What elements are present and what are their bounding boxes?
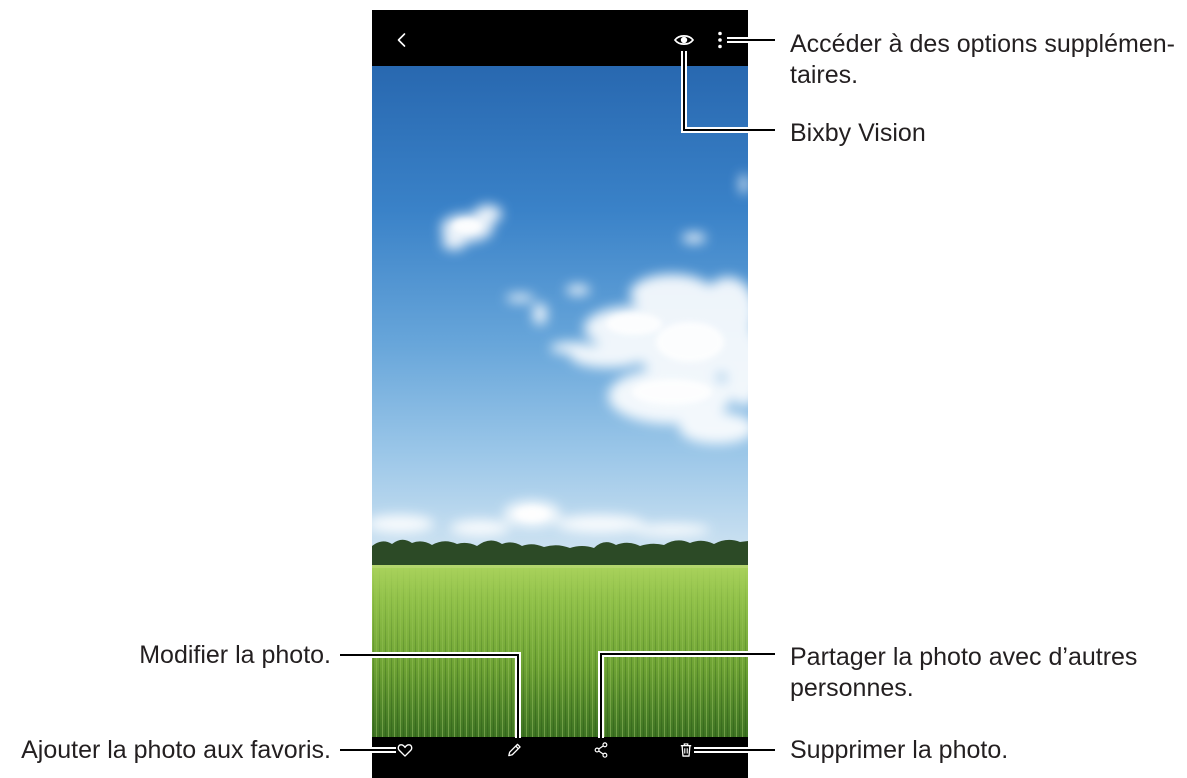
callout-bixby-vision: Bixby Vision — [790, 118, 926, 149]
bixby-vision-button[interactable] — [669, 25, 699, 55]
bottom-toolbar — [372, 737, 748, 778]
share-icon — [594, 742, 608, 758]
callout-favorite: Ajouter la photo aux favoris. — [21, 735, 331, 766]
callout-text-line: Supprimer la photo. — [790, 736, 1009, 764]
eye-icon — [673, 35, 695, 45]
callout-delete: Supprimer la photo. — [790, 735, 1008, 766]
back-button[interactable] — [387, 25, 417, 55]
callout-text-line: Partager la photo avec d’autres — [790, 643, 1138, 671]
cloud — [453, 219, 481, 233]
callout-more-options: Accéder à des options supplémen- taires. — [790, 29, 1175, 91]
cloud — [632, 379, 712, 405]
cloud — [516, 507, 548, 521]
chevron-left-icon — [397, 33, 406, 47]
pencil-icon — [508, 743, 521, 757]
cloud — [682, 233, 706, 243]
callout-share: Partager la photo avec d’autres personne… — [790, 642, 1137, 704]
cloud — [566, 285, 590, 295]
cloud — [474, 205, 502, 223]
callout-text-line: Modifier la photo. — [139, 641, 331, 669]
favorite-button[interactable] — [392, 737, 418, 763]
cloud — [550, 342, 594, 354]
grass-texture — [372, 566, 748, 737]
cloud — [656, 322, 724, 362]
cloud — [506, 294, 534, 302]
phone-screen — [372, 10, 748, 778]
callout-edit: Modifier la photo. — [139, 640, 331, 671]
manual-page: Accéder à des options supplémen- taires.… — [0, 0, 1187, 778]
cloud — [634, 524, 710, 536]
more-options-button[interactable] — [705, 25, 735, 55]
callout-text-line: Accéder à des options supplémen- — [790, 30, 1175, 58]
callout-text-line: taires. — [790, 61, 859, 89]
edit-button[interactable] — [501, 737, 527, 763]
photo-image — [372, 66, 748, 737]
cloud — [606, 313, 662, 335]
more-vertical-icon — [718, 31, 722, 49]
delete-button[interactable] — [673, 737, 699, 763]
trash-icon — [680, 743, 692, 757]
cloud — [442, 234, 466, 250]
cloud — [450, 520, 510, 536]
top-app-bar — [372, 10, 748, 66]
share-button[interactable] — [588, 737, 614, 763]
heart-icon — [397, 744, 413, 757]
cloud — [533, 303, 547, 325]
cloud — [740, 174, 748, 194]
callout-text-line: Bixby Vision — [790, 119, 926, 147]
callout-text-line: Ajouter la photo aux favoris. — [21, 736, 331, 764]
distant-field-strip — [372, 565, 748, 568]
callout-text-line: personnes. — [790, 674, 914, 702]
cloud — [556, 515, 644, 533]
photo-view[interactable] — [372, 66, 748, 737]
